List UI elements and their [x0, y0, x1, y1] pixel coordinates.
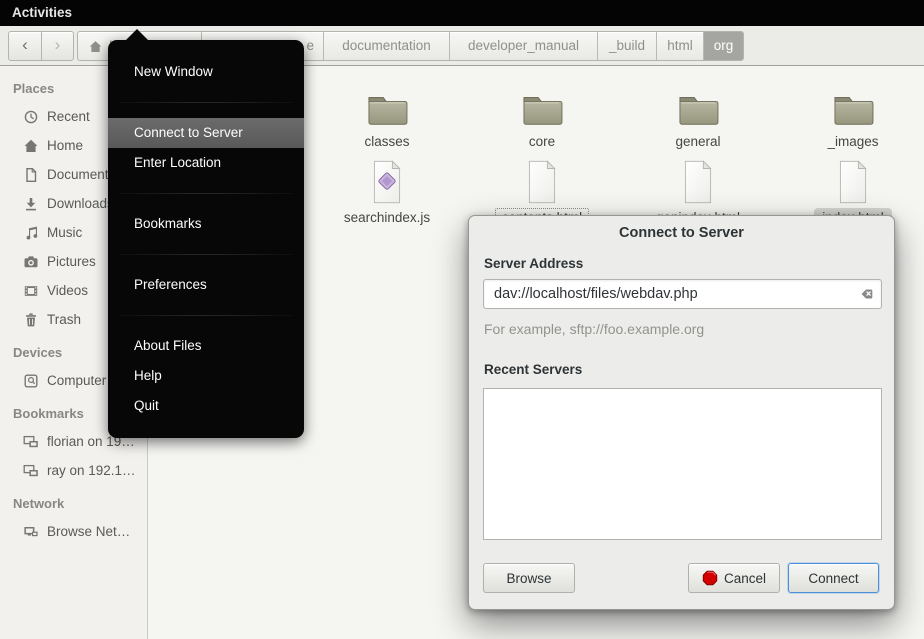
folder-icon: [675, 91, 721, 129]
stop-icon: [702, 570, 718, 586]
sidebar-item-label: ray on 192.1…: [47, 463, 136, 478]
sidebar-item-label: Downloads: [47, 196, 114, 211]
script-file-icon: [369, 159, 405, 205]
sidebar-item-label: Recent: [47, 109, 90, 124]
activities-button[interactable]: Activities: [0, 0, 84, 26]
sidebar-item-label: Home: [47, 138, 83, 153]
nav-button-group: ‹ ›: [8, 31, 74, 61]
sidebar-item-label: Trash: [47, 312, 81, 327]
file-label: core: [477, 134, 607, 149]
cancel-button-label: Cancel: [724, 571, 766, 586]
file-label: general: [633, 134, 763, 149]
html-file-icon: [835, 159, 871, 205]
browse-button-label: Browse: [506, 571, 551, 586]
recent-servers-label: Recent Servers: [484, 362, 582, 377]
file-label: _images: [788, 134, 918, 149]
sidebar-heading-network: Network: [0, 491, 147, 517]
connect-to-server-dialog: Connect to Server Server Address For exa…: [468, 215, 895, 610]
network-icon: [23, 524, 39, 540]
music-note-icon: [23, 225, 39, 241]
server-address-label: Server Address: [484, 256, 583, 271]
server-address-hint: For example, sftp://foo.example.org: [484, 321, 704, 337]
folder-tile-classes[interactable]: classes: [322, 79, 452, 149]
menu-separator: [120, 193, 292, 194]
home-icon: [23, 138, 39, 154]
menu-item-help[interactable]: Help: [108, 361, 304, 391]
top-bar: Activities: [0, 0, 924, 26]
html-file-icon: [680, 159, 716, 205]
menu-item-preferences[interactable]: Preferences: [108, 270, 304, 300]
sidebar-item-label: Pictures: [47, 254, 96, 269]
forward-button[interactable]: ›: [41, 32, 73, 60]
folder-tile-core[interactable]: core: [477, 79, 607, 149]
camera-icon: [23, 254, 39, 270]
remote-computer-icon: [23, 434, 39, 450]
sidebar-item-label: Videos: [47, 283, 88, 298]
folder-icon: [830, 91, 876, 129]
breadcrumb-segment-html[interactable]: html: [656, 32, 703, 60]
clock-icon: [23, 109, 39, 125]
home-icon: [88, 39, 103, 54]
folder-icon: [364, 91, 410, 129]
connect-button[interactable]: Connect: [788, 563, 879, 593]
download-icon: [23, 196, 39, 212]
recent-servers-list[interactable]: [483, 388, 882, 540]
menu-separator: [120, 254, 292, 255]
breadcrumb-segment-documentation[interactable]: documentation: [323, 32, 449, 60]
connect-button-label: Connect: [808, 571, 858, 586]
sidebar-item-label: Browse Net…: [47, 524, 130, 539]
folder-tile-general[interactable]: general: [633, 79, 763, 149]
breadcrumb-segment-org-current[interactable]: org: [703, 32, 743, 60]
server-address-input[interactable]: [483, 279, 882, 309]
menu-item-quit[interactable]: Quit: [108, 391, 304, 421]
menu-separator: [120, 315, 292, 316]
folder-icon: [519, 91, 565, 129]
menu-separator: [120, 102, 292, 103]
trash-icon: [23, 312, 39, 328]
sidebar-item-browse-network[interactable]: Browse Net…: [0, 517, 147, 546]
file-label: classes: [322, 134, 452, 149]
menu-item-bookmarks[interactable]: Bookmarks: [108, 209, 304, 239]
breadcrumb-segment-build[interactable]: _build: [597, 32, 656, 60]
files-app-menu: New Window Connect to Server Enter Locat…: [108, 40, 304, 438]
harddisk-icon: [23, 373, 39, 389]
clear-entry-icon[interactable]: [855, 287, 873, 301]
menu-item-connect-to-server[interactable]: Connect to Server: [108, 118, 304, 148]
document-icon: [23, 167, 39, 183]
breadcrumb-segment-developer-manual[interactable]: developer_manual: [449, 32, 597, 60]
menu-item-enter-location[interactable]: Enter Location: [108, 148, 304, 178]
back-button[interactable]: ‹: [9, 32, 41, 60]
file-label: searchindex.js: [322, 210, 452, 225]
menu-item-new-window[interactable]: New Window: [108, 57, 304, 87]
sidebar-item-label: Computer: [47, 373, 106, 388]
sidebar-item-bookmark-ray[interactable]: ray on 192.1…: [0, 456, 147, 485]
folder-tile-images[interactable]: _images: [788, 79, 918, 149]
browse-button[interactable]: Browse: [483, 563, 575, 593]
film-icon: [23, 283, 39, 299]
sidebar-item-label: Music: [47, 225, 82, 240]
html-file-icon: [524, 159, 560, 205]
menu-item-about-files[interactable]: About Files: [108, 331, 304, 361]
cancel-button[interactable]: Cancel: [688, 563, 780, 593]
file-tile-searchindex[interactable]: searchindex.js: [322, 155, 452, 225]
dialog-title: Connect to Server: [469, 225, 894, 241]
sidebar-item-label: Documents: [47, 167, 115, 182]
remote-computer-icon: [23, 463, 39, 479]
